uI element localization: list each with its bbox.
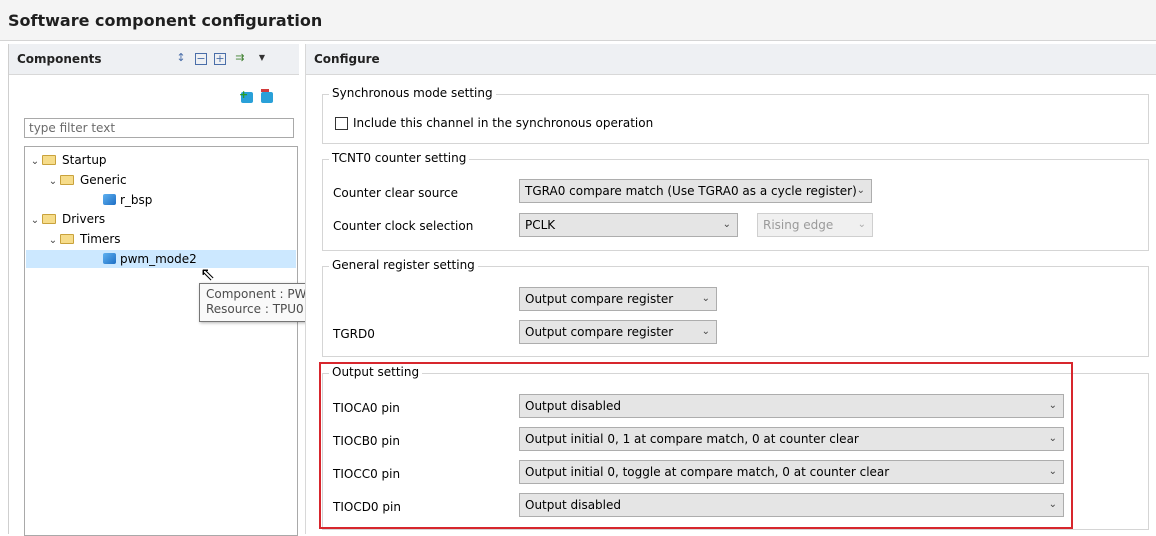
tcnt-counter-group: TCNT0 counter setting Counter clear sour…: [322, 151, 1149, 251]
sync-checkbox[interactable]: [335, 117, 348, 130]
sync-mode-legend: Synchronous mode setting: [329, 86, 496, 100]
tgrc-select[interactable]: Output compare register ⌄: [519, 287, 717, 311]
chevron-down-icon: ⌄: [701, 293, 710, 304]
configure-header: Configure: [306, 44, 1156, 75]
folder-open-icon: [60, 233, 76, 244]
component-icon: [103, 253, 116, 264]
title-bar: Software component configuration: [0, 0, 1156, 41]
expand-all-icon[interactable]: +: [214, 53, 226, 65]
chevron-down-icon[interactable]: ⌄: [28, 212, 42, 230]
tree-item-r-bsp[interactable]: r_bsp: [103, 191, 152, 209]
folder-open-icon: [42, 154, 58, 165]
general-register-legend: General register setting: [329, 258, 478, 272]
tree-item-pwm-mode2[interactable]: pwm_mode2: [103, 250, 197, 268]
collapse-all-icon[interactable]: −: [195, 53, 207, 65]
counter-clear-select[interactable]: TGRA0 compare match (Use TGRA0 as a cycl…: [519, 179, 872, 203]
tcnt-legend: TCNT0 counter setting: [329, 151, 470, 165]
chevron-down-icon[interactable]: ⌄: [46, 173, 60, 191]
general-register-group: General register setting Output compare …: [322, 258, 1149, 357]
add-component-icon[interactable]: +: [239, 88, 253, 106]
filter-input[interactable]: type filter text: [24, 118, 294, 138]
clock-edge-select: Rising edge ⌄: [757, 213, 873, 237]
sync-checkbox-label: Include this channel in the synchronous …: [353, 116, 654, 130]
counter-clock-select[interactable]: PCLK ⌄: [519, 213, 738, 237]
components-title: Components: [17, 52, 102, 66]
counter-clear-label: Counter clear source: [333, 186, 459, 200]
configure-title: Configure: [314, 52, 380, 66]
mouse-cursor-icon: ⇖: [200, 264, 216, 285]
component-tree: ⌄ Startup ⌄ Generic r_bsp ⌄ Drivers ⌄ Timers…: [24, 146, 298, 536]
tgrd-label: TGRD0: [333, 327, 375, 341]
counter-clock-label: Counter clock selection: [333, 219, 474, 233]
tree-item-timers[interactable]: ⌄ Timers: [46, 230, 121, 248]
chevron-down-icon: ⌄: [856, 185, 865, 196]
sort-az-icon[interactable]: ↕: [174, 51, 188, 65]
chevron-down-icon[interactable]: ⌄: [28, 153, 42, 171]
dropdown-arrow-icon[interactable]: ▼: [255, 51, 269, 65]
filter-icon[interactable]: ⇉: [233, 51, 247, 65]
component-icon: [103, 194, 116, 205]
folder-open-icon: [42, 213, 58, 224]
tgrd-select[interactable]: Output compare register ⌄: [519, 320, 717, 344]
chevron-down-icon[interactable]: ⌄: [46, 232, 60, 250]
remove-component-icon[interactable]: [261, 89, 273, 106]
components-header: Components ↕ − + ⇉ ▼: [9, 44, 299, 75]
output-highlight-annotation: [319, 362, 1073, 529]
tree-item-generic[interactable]: ⌄ Generic: [46, 171, 127, 189]
sync-mode-group: Synchronous mode setting Include this ch…: [322, 86, 1149, 144]
tree-item-startup[interactable]: ⌄ Startup: [28, 151, 107, 169]
page-title: Software component configuration: [8, 11, 323, 30]
folder-open-icon: [60, 174, 76, 185]
chevron-down-icon: ⌄: [857, 219, 866, 230]
chevron-down-icon: ⌄: [701, 326, 710, 337]
chevron-down-icon: ⌄: [722, 219, 731, 230]
tree-item-drivers[interactable]: ⌄ Drivers: [28, 210, 105, 228]
